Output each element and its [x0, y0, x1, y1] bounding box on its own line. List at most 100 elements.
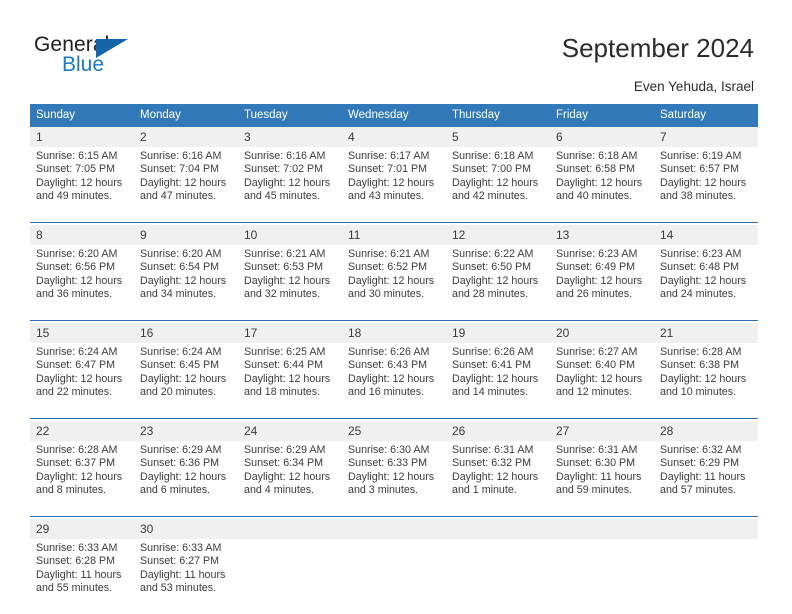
day-number[interactable]: 3 — [238, 127, 342, 147]
day-number[interactable]: 8 — [30, 225, 134, 245]
week-4-details: Sunrise: 6:28 AM Sunset: 6:37 PM Dayligh… — [30, 441, 758, 517]
day-number[interactable]: 24 — [238, 421, 342, 441]
day-cell[interactable]: Sunrise: 6:33 AM Sunset: 6:28 PM Dayligh… — [30, 539, 134, 614]
sunset-text: Sunset: 7:00 PM — [452, 163, 532, 176]
daylight-text-line2: and 3 minutes. — [348, 484, 419, 497]
day-cell[interactable]: Sunrise: 6:31 AM Sunset: 6:32 PM Dayligh… — [446, 441, 550, 517]
daylight-text-line2: and 22 minutes. — [36, 386, 113, 399]
day-cell[interactable]: Sunrise: 6:28 AM Sunset: 6:38 PM Dayligh… — [654, 343, 758, 419]
daylight-text-line2: and 36 minutes. — [36, 288, 113, 301]
day-cell[interactable]: Sunrise: 6:16 AM Sunset: 7:02 PM Dayligh… — [238, 147, 342, 223]
sunrise-text: Sunrise: 6:29 AM — [244, 444, 326, 456]
day-number[interactable]: 4 — [342, 127, 446, 147]
sunrise-text: Sunrise: 6:31 AM — [556, 444, 638, 456]
daylight-text-line2: and 49 minutes. — [36, 190, 113, 203]
day-cell[interactable]: Sunrise: 6:23 AM Sunset: 6:49 PM Dayligh… — [550, 245, 654, 321]
day-number[interactable]: 19 — [446, 323, 550, 343]
day-cell[interactable]: Sunrise: 6:15 AM Sunset: 7:05 PM Dayligh… — [30, 147, 134, 223]
day-cell[interactable]: Sunrise: 6:29 AM Sunset: 6:36 PM Dayligh… — [134, 441, 238, 517]
sunset-text: Sunset: 6:27 PM — [140, 555, 220, 568]
day-cell[interactable]: Sunrise: 6:25 AM Sunset: 6:44 PM Dayligh… — [238, 343, 342, 419]
daylight-text-line1: Daylight: 12 hours — [452, 274, 539, 287]
day-cell[interactable]: Sunrise: 6:21 AM Sunset: 6:53 PM Dayligh… — [238, 245, 342, 321]
day-number[interactable]: 6 — [550, 127, 654, 147]
day-cell[interactable]: Sunrise: 6:24 AM Sunset: 6:47 PM Dayligh… — [30, 343, 134, 419]
sunrise-text: Sunrise: 6:27 AM — [556, 346, 638, 358]
brand-logo[interactable]: General Blue — [34, 33, 214, 81]
daylight-text-line1: Daylight: 11 hours — [660, 470, 746, 483]
day-cell[interactable]: Sunrise: 6:20 AM Sunset: 6:56 PM Dayligh… — [30, 245, 134, 321]
day-number[interactable]: 30 — [134, 519, 238, 539]
day-cell[interactable]: Sunrise: 6:27 AM Sunset: 6:40 PM Dayligh… — [550, 343, 654, 419]
daylight-text-line2: and 14 minutes. — [452, 386, 529, 399]
day-number[interactable]: 16 — [134, 323, 238, 343]
day-number[interactable]: 11 — [342, 225, 446, 245]
day-cell-empty — [342, 539, 446, 614]
day-number[interactable]: 2 — [134, 127, 238, 147]
sunset-text: Sunset: 7:05 PM — [36, 163, 116, 176]
day-number[interactable]: 22 — [30, 421, 134, 441]
week-3-daynumbers: 15 16 17 18 19 20 21 — [30, 323, 758, 343]
sunrise-text: Sunrise: 6:17 AM — [348, 150, 430, 162]
day-cell[interactable]: Sunrise: 6:16 AM Sunset: 7:04 PM Dayligh… — [134, 147, 238, 223]
sunrise-text: Sunrise: 6:24 AM — [140, 346, 222, 358]
daylight-text-line2: and 30 minutes. — [348, 288, 425, 301]
day-cell[interactable]: Sunrise: 6:21 AM Sunset: 6:52 PM Dayligh… — [342, 245, 446, 321]
sunset-text: Sunset: 7:01 PM — [348, 163, 428, 176]
day-number[interactable]: 14 — [654, 225, 758, 245]
day-number[interactable]: 12 — [446, 225, 550, 245]
daylight-text-line1: Daylight: 12 hours — [36, 470, 123, 483]
daylight-text-line2: and 18 minutes. — [244, 386, 321, 399]
day-number[interactable]: 13 — [550, 225, 654, 245]
day-cell[interactable]: Sunrise: 6:23 AM Sunset: 6:48 PM Dayligh… — [654, 245, 758, 321]
day-cell[interactable]: Sunrise: 6:33 AM Sunset: 6:27 PM Dayligh… — [134, 539, 238, 614]
day-number[interactable]: 10 — [238, 225, 342, 245]
day-cell[interactable]: Sunrise: 6:31 AM Sunset: 6:30 PM Dayligh… — [550, 441, 654, 517]
day-number[interactable]: 1 — [30, 127, 134, 147]
day-number[interactable]: 29 — [30, 519, 134, 539]
week-2-daynumbers: 8 9 10 11 12 13 14 — [30, 225, 758, 245]
day-number[interactable]: 26 — [446, 421, 550, 441]
day-cell[interactable]: Sunrise: 6:26 AM Sunset: 6:43 PM Dayligh… — [342, 343, 446, 419]
calendar-grid: Sunday Monday Tuesday Wednesday Thursday… — [30, 104, 758, 614]
weekday-header-monday: Monday — [134, 104, 238, 127]
day-number[interactable]: 18 — [342, 323, 446, 343]
day-cell[interactable]: Sunrise: 6:18 AM Sunset: 7:00 PM Dayligh… — [446, 147, 550, 223]
day-number[interactable]: 9 — [134, 225, 238, 245]
day-number[interactable]: 25 — [342, 421, 446, 441]
sunrise-text: Sunrise: 6:29 AM — [140, 444, 222, 456]
daylight-text-line1: Daylight: 12 hours — [452, 470, 539, 483]
day-cell[interactable]: Sunrise: 6:17 AM Sunset: 7:01 PM Dayligh… — [342, 147, 446, 223]
day-cell[interactable]: Sunrise: 6:29 AM Sunset: 6:34 PM Dayligh… — [238, 441, 342, 517]
daylight-text-line1: Daylight: 12 hours — [348, 372, 435, 385]
day-cell[interactable]: Sunrise: 6:20 AM Sunset: 6:54 PM Dayligh… — [134, 245, 238, 321]
daylight-text-line1: Daylight: 12 hours — [660, 274, 747, 287]
week-4-daynumbers: 22 23 24 25 26 27 28 — [30, 421, 758, 441]
sunset-text: Sunset: 6:45 PM — [140, 359, 220, 372]
day-cell[interactable]: Sunrise: 6:32 AM Sunset: 6:29 PM Dayligh… — [654, 441, 758, 517]
daylight-text-line1: Daylight: 12 hours — [244, 274, 331, 287]
day-cell[interactable]: Sunrise: 6:26 AM Sunset: 6:41 PM Dayligh… — [446, 343, 550, 419]
daylight-text-line1: Daylight: 11 hours — [556, 470, 642, 483]
day-number[interactable]: 15 — [30, 323, 134, 343]
day-cell[interactable]: Sunrise: 6:19 AM Sunset: 6:57 PM Dayligh… — [654, 147, 758, 223]
day-number[interactable]: 27 — [550, 421, 654, 441]
day-number[interactable]: 20 — [550, 323, 654, 343]
day-number[interactable]: 21 — [654, 323, 758, 343]
day-cell[interactable]: Sunrise: 6:22 AM Sunset: 6:50 PM Dayligh… — [446, 245, 550, 321]
sunset-text: Sunset: 6:34 PM — [244, 457, 324, 470]
daylight-text-line1: Daylight: 12 hours — [348, 274, 435, 287]
day-number[interactable]: 7 — [654, 127, 758, 147]
day-cell[interactable]: Sunrise: 6:24 AM Sunset: 6:45 PM Dayligh… — [134, 343, 238, 419]
day-number[interactable]: 23 — [134, 421, 238, 441]
day-number[interactable]: 5 — [446, 127, 550, 147]
day-number[interactable]: 17 — [238, 323, 342, 343]
day-cell[interactable]: Sunrise: 6:28 AM Sunset: 6:37 PM Dayligh… — [30, 441, 134, 517]
day-cell[interactable]: Sunrise: 6:18 AM Sunset: 6:58 PM Dayligh… — [550, 147, 654, 223]
weekday-header-row: Sunday Monday Tuesday Wednesday Thursday… — [30, 104, 758, 127]
daylight-text-line2: and 38 minutes. — [660, 190, 737, 203]
day-number[interactable]: 28 — [654, 421, 758, 441]
daylight-text-line2: and 32 minutes. — [244, 288, 321, 301]
daylight-text-line2: and 20 minutes. — [140, 386, 217, 399]
day-cell[interactable]: Sunrise: 6:30 AM Sunset: 6:33 PM Dayligh… — [342, 441, 446, 517]
